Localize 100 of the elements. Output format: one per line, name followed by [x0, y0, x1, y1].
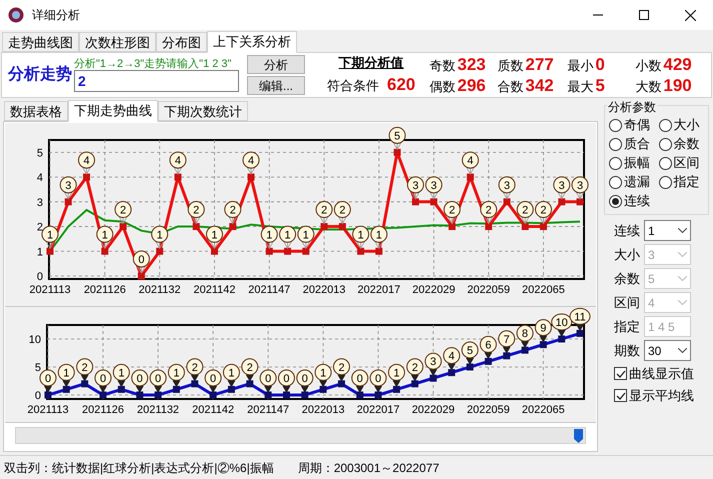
x-tick-label: 2021113 [27, 404, 69, 416]
radio-option[interactable]: 区间 [658, 154, 708, 172]
data-point [448, 369, 456, 376]
radio-icon[interactable] [609, 176, 622, 188]
value-label: 2 [114, 201, 132, 224]
value-label: 2 [480, 201, 498, 224]
value-label: 9 [534, 319, 552, 343]
stat-label: 大数 [635, 78, 662, 96]
x-tick-label: 2022065 [522, 404, 565, 416]
x-tick-label: 2022017 [358, 284, 400, 296]
y-tick-label: 1 [36, 246, 43, 258]
value-label: 0 [40, 370, 56, 393]
data-point [264, 392, 272, 398]
data-point [374, 392, 382, 398]
value-label: 2 [241, 358, 258, 382]
checkbox[interactable] [614, 367, 627, 380]
value-label: 2 [316, 201, 333, 224]
value-label: 0 [132, 250, 150, 274]
stat-label: 奇数 [429, 56, 456, 74]
checkbox[interactable] [614, 389, 627, 402]
scrollbar[interactable] [15, 427, 586, 444]
radio-option[interactable]: 奇偶 [609, 116, 658, 134]
value-label: 0 [296, 370, 314, 393]
data-point [100, 392, 107, 398]
scroll-thumb-icon[interactable] [574, 428, 583, 442]
value-label: 5 [388, 126, 406, 150]
radio-icon[interactable] [609, 138, 622, 150]
x-tick-label: 2021132 [137, 404, 180, 416]
dropdown[interactable]: 1 [644, 220, 691, 241]
tab[interactable]: 数据表格 [4, 101, 68, 121]
field-label: 大小 [614, 246, 640, 264]
chevron-down-icon [678, 228, 687, 233]
analysis-label: 分析走势 [8, 64, 72, 85]
value-label: 1 [222, 364, 240, 388]
stat-value: 5 [595, 75, 605, 96]
radio-icon[interactable] [658, 138, 672, 150]
edit-button[interactable]: 编辑... [247, 76, 305, 95]
x-tick-label: 2021126 [84, 284, 126, 296]
chevron-down-icon [678, 348, 687, 353]
y-tick-label: 0 [36, 271, 43, 283]
radio-option[interactable]: 指定 [658, 173, 708, 191]
radio-option[interactable]: 连续 [609, 192, 658, 210]
x-tick-label: 2021126 [82, 404, 124, 416]
radio-icon[interactable] [609, 156, 622, 170]
stat-label: 质数 [497, 56, 524, 74]
value-label: 3 [572, 176, 588, 200]
match-label: 符合条件 [327, 77, 379, 95]
analyze-button[interactable]: 分析 [247, 55, 305, 74]
data-point [44, 392, 52, 398]
tab[interactable]: 下期走势曲线 [68, 100, 158, 122]
data-point [320, 223, 328, 230]
value-label: 3 [498, 176, 516, 200]
radio-icon[interactable] [609, 194, 622, 208]
stat-label: 偶数 [429, 78, 456, 96]
field-label: 连续 [614, 222, 640, 240]
value-label: 1 [42, 226, 58, 250]
data-point [83, 174, 90, 181]
checkbox-option[interactable]: 曲线显示值 [614, 364, 709, 383]
value-label: 0 [278, 370, 295, 393]
value-label: 1 [151, 226, 168, 250]
radio-option[interactable]: 余数 [658, 135, 708, 153]
tab[interactable]: 上下关系分析 [207, 31, 297, 53]
value-label: 0 [94, 370, 112, 393]
data-point [136, 392, 144, 398]
stat-label: 合数 [497, 78, 524, 96]
data-point [46, 248, 54, 255]
radio-option[interactable]: 振幅 [609, 154, 658, 172]
tab[interactable]: 下期次数统计 [158, 101, 248, 121]
input-field[interactable]: 2 [74, 70, 239, 92]
tab[interactable]: 分布图 [156, 32, 207, 52]
status-text: 双击列：统计数据|红球分析|表达式分析|②%6|振幅 [4, 460, 274, 476]
radio-option[interactable]: 大小 [658, 116, 708, 134]
value-label: 1 [352, 226, 370, 250]
checkbox-option[interactable]: 显示平均线 [614, 386, 709, 405]
field-label: 期数 [614, 342, 640, 360]
stat-value: 277 [525, 54, 554, 74]
radio-icon[interactable] [658, 176, 672, 188]
value-label: 1 [388, 364, 406, 388]
value-label: 4 [242, 152, 260, 175]
value-label: 4 [443, 347, 460, 371]
x-tick-label: 2022059 [467, 284, 510, 296]
radio-option[interactable]: 遗漏 [609, 173, 658, 191]
value-label: 0 [260, 370, 277, 393]
dropdown[interactable]: 30 [644, 340, 691, 361]
tab[interactable]: 走势曲线图 [2, 32, 79, 52]
tab[interactable]: 次数柱形图 [79, 32, 156, 52]
value-label: 2 [334, 201, 351, 224]
value-label: 1 [297, 226, 314, 250]
stat-value: 0 [595, 54, 605, 74]
radio-icon[interactable] [658, 118, 672, 132]
radio-icon[interactable] [609, 118, 622, 132]
value-label: 2 [516, 201, 534, 224]
input-hint: 分析"1→2→3"走势请输入"1 2 3" [74, 58, 232, 70]
field-label: 区间 [614, 294, 640, 312]
data-point [210, 392, 217, 398]
radio-option[interactable]: 质合 [609, 135, 658, 153]
value-label: 3 [425, 176, 442, 200]
value-label: 2 [186, 358, 204, 382]
radio-icon[interactable] [658, 156, 672, 170]
value-label: 6 [480, 336, 497, 360]
